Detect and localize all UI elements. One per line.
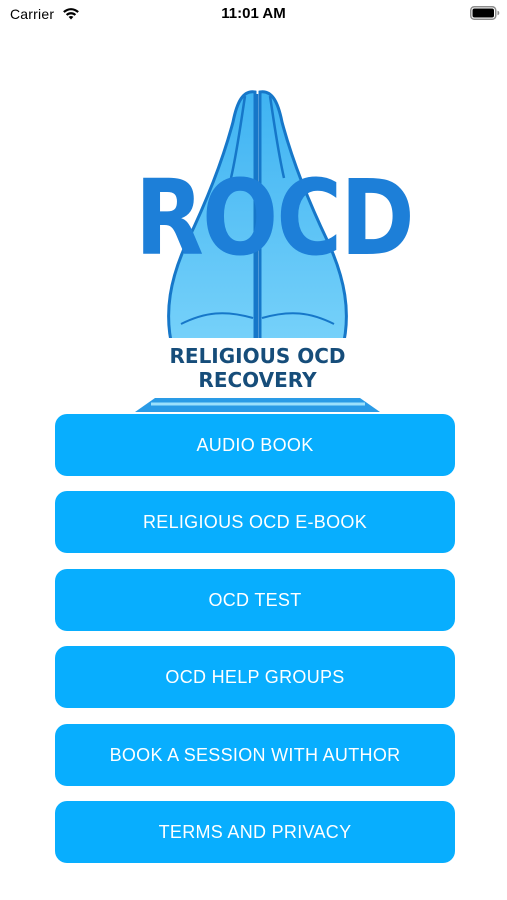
app-logo: ROCD RELIGIOUS OCD RECOVERY xyxy=(115,82,415,412)
audio-book-button[interactable]: AUDIO BOOK xyxy=(55,414,455,476)
religious-ocd-ebook-button[interactable]: RELIGIOUS OCD E-BOOK xyxy=(55,491,455,554)
logo-subtitle-line2: RECOVERY xyxy=(198,368,317,392)
status-time: 11:01 AM xyxy=(221,5,286,22)
logo-subtitle-line1: RELIGIOUS OCD xyxy=(169,344,346,368)
battery-icon xyxy=(470,6,500,20)
main-menu: AUDIO BOOK RELIGIOUS OCD E-BOOK OCD TEST… xyxy=(55,414,455,878)
logo-subtitle: RELIGIOUS OCD RECOVERY xyxy=(115,344,400,392)
status-bar: Carrier 11:01 AM xyxy=(0,0,507,30)
terms-privacy-button[interactable]: TERMS AND PRIVACY xyxy=(55,800,455,863)
book-session-button[interactable]: BOOK A SESSION WITH AUTHOR xyxy=(55,723,455,786)
ocd-test-button[interactable]: OCD TEST xyxy=(55,568,455,631)
ocd-help-groups-button[interactable]: OCD HELP GROUPS xyxy=(55,646,455,709)
logo-wordmark: ROCD xyxy=(134,157,415,279)
